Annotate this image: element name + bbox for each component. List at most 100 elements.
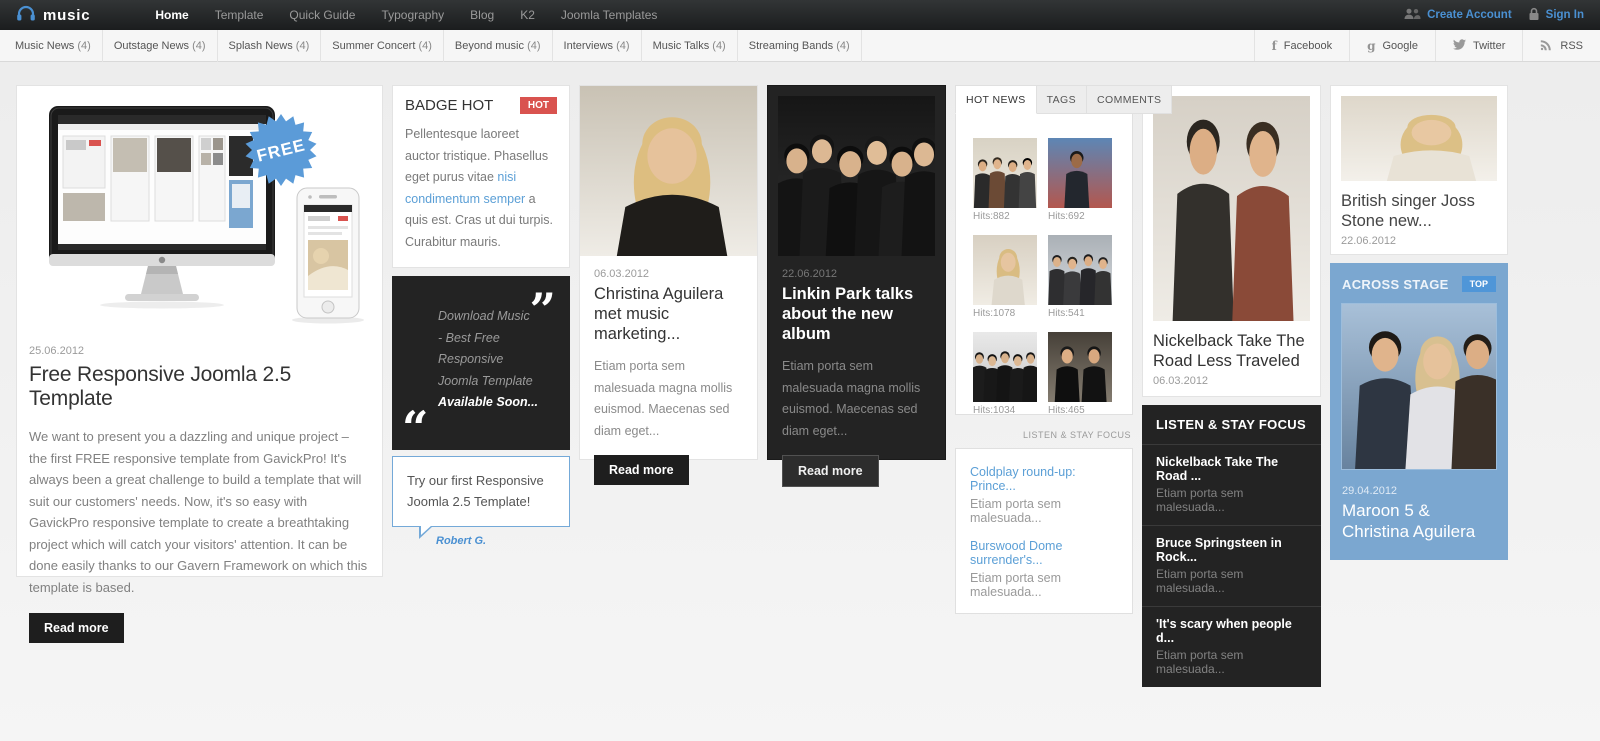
account-area: Create Account Sign In: [1404, 7, 1584, 24]
list-item: Nickelback Take The Road ... Etiam porta…: [1142, 444, 1321, 525]
hits-count: Hits:1078: [973, 308, 1016, 319]
hot-news-item: Hits:1034: [971, 332, 1039, 416]
hits-count: Hits:882: [973, 211, 1010, 222]
article-date: 22.06.2012: [782, 268, 838, 280]
article-image-maroon5[interactable]: [1342, 304, 1496, 469]
facebook-icon: f: [1271, 38, 1277, 53]
main-content: FREE 25.06.2012 Free Responsive Joomla 2…: [16, 85, 1584, 687]
article-title[interactable]: Maroon 5 & Christina Aguilera: [1342, 500, 1496, 542]
article-link[interactable]: Bruce Springsteen in Rock...: [1156, 536, 1307, 564]
quote-highlight: Available Soon...: [438, 395, 539, 409]
site-logo[interactable]: music: [16, 5, 90, 26]
article-title[interactable]: Nickelback Take The Road Less Traveled: [1153, 331, 1310, 371]
hits-count: Hits:1034: [973, 405, 1016, 416]
menu-item-template[interactable]: Template: [202, 0, 277, 30]
feature-article-image: FREE: [29, 98, 372, 333]
top-badge[interactable]: TOP: [1461, 276, 1496, 292]
article-link[interactable]: Nickelback Take The Road ...: [1156, 455, 1307, 483]
list-item: Bruce Springsteen in Rock... Etiam porta…: [1142, 525, 1321, 606]
hot-news-item: Hits:692: [1048, 138, 1112, 222]
subnav-item-streaming-bands[interactable]: Streaming Bands (4): [738, 29, 862, 62]
subnav-item-summer-concert[interactable]: Summer Concert (4): [321, 29, 444, 62]
article-link[interactable]: 'It's scary when people d...: [1156, 617, 1307, 645]
menu-item-home[interactable]: Home: [142, 0, 201, 30]
list-item: 'It's scary when people d... Etiam porta…: [1142, 606, 1321, 687]
testimonial-box: Try our first Responsive Joomla 2.5 Temp…: [392, 455, 570, 547]
hot-news-thumbnail[interactable]: [1048, 138, 1112, 208]
article-excerpt: Etiam porta sem malesuada...: [970, 497, 1062, 525]
hot-news-thumbnail[interactable]: [973, 235, 1037, 305]
article-card-linkin-park: 22.06.2012 Linkin Park talks about the n…: [767, 85, 946, 487]
subnav-item-interviews[interactable]: Interviews (4): [553, 29, 642, 62]
article-title[interactable]: Linkin Park talks about the new album: [782, 284, 931, 344]
article-card-nickelback: Nickelback Take The Road Less Traveled 0…: [1142, 85, 1321, 397]
article-link[interactable]: Coldplay round-up: Prince...: [970, 465, 1118, 493]
sign-in-link[interactable]: Sign In: [1528, 7, 1584, 24]
rss-link[interactable]: RSS: [1522, 30, 1600, 61]
menu-item-k2[interactable]: K2: [507, 0, 548, 30]
menu-item-typography[interactable]: Typography: [368, 0, 457, 30]
menu-item-blog[interactable]: Blog: [457, 0, 507, 30]
subnav-item-music-talks[interactable]: Music Talks (4): [642, 29, 738, 62]
article-date: 06.03.2012: [1153, 375, 1209, 387]
feature-article-title[interactable]: Free Responsive Joomla 2.5 Template: [29, 363, 370, 411]
article-excerpt: Etiam porta sem malesuada...: [1156, 486, 1244, 514]
hits-count: Hits:692: [1048, 211, 1085, 222]
subnav-item-music-news[interactable]: Music News (4): [4, 29, 103, 62]
article-link[interactable]: Burswood Dome surrender's...: [970, 539, 1118, 567]
hot-news-item: Hits:465: [1048, 332, 1112, 416]
menu-item-quick-guide[interactable]: Quick Guide: [276, 0, 368, 30]
hot-news-thumbnail[interactable]: [1048, 235, 1112, 305]
across-stage-panel: ACROSS STAGE TOP 29.04.2012 Maroon 5 & C…: [1330, 263, 1508, 560]
article-date: 06.03.2012: [594, 268, 650, 280]
users-icon: [1404, 8, 1421, 23]
panel-title: ACROSS STAGE: [1342, 276, 1449, 292]
feature-read-more-button[interactable]: Read more: [29, 613, 124, 643]
article-excerpt: Etiam porta sem malesuada magna mollis e…: [782, 359, 921, 438]
article-title[interactable]: Christina Aguilera met music marketing..…: [594, 284, 743, 344]
rss-icon: [1540, 38, 1553, 54]
tab-hot-news[interactable]: HOT NEWS: [955, 85, 1037, 114]
subnav-item-outstage-news[interactable]: Outstage News (4): [103, 29, 218, 62]
article-excerpt: Etiam porta sem malesuada...: [1156, 567, 1244, 595]
hot-news-thumbnail[interactable]: [973, 138, 1037, 208]
article-image-nickelback[interactable]: [1153, 96, 1310, 321]
article-excerpt: Etiam porta sem malesuada...: [970, 571, 1062, 599]
article-date: 29.04.2012: [1342, 485, 1398, 497]
twitter-link[interactable]: Twitter: [1434, 30, 1522, 61]
headphones-icon: [16, 5, 36, 26]
read-more-button[interactable]: Read more: [782, 455, 879, 487]
menu-item-joomla-templates[interactable]: Joomla Templates: [548, 0, 671, 30]
hot-news-thumbnail[interactable]: [971, 332, 1039, 402]
hot-news-item: Hits:541: [1048, 235, 1112, 319]
article-image-christina[interactable]: [580, 86, 757, 256]
hot-badge: HOT: [519, 97, 557, 114]
dark-quote-box: ” “ Download Music - Best Free Responsiv…: [392, 276, 570, 455]
tab-comments[interactable]: COMMENTS: [1087, 85, 1173, 114]
feature-article-date: 25.06.2012: [29, 345, 85, 357]
listen-stay-focus-label: LISTEN & STAY FOCUS: [1022, 430, 1131, 440]
top-navbar: music Home Template Quick Guide Typograp…: [0, 0, 1600, 30]
open-quote-icon: “: [402, 401, 429, 455]
article-title[interactable]: British singer Joss Stone new...: [1341, 191, 1497, 231]
tab-tags[interactable]: TAGS: [1036, 85, 1088, 114]
hot-news-thumbnail[interactable]: [1048, 332, 1112, 402]
listen-links-panel: Coldplay round-up: Prince... Etiam porta…: [955, 448, 1133, 614]
badge-hot-text: Pellentesque laoreet auctor tristique. P…: [405, 127, 553, 249]
subnav-item-beyond-music[interactable]: Beyond music (4): [444, 29, 553, 62]
hits-count: Hits:541: [1048, 308, 1085, 319]
lock-icon: [1528, 7, 1540, 24]
read-more-button[interactable]: Read more: [594, 455, 689, 485]
subnav-item-splash-news[interactable]: Splash News (4): [218, 29, 322, 62]
facebook-link[interactable]: f Facebook: [1253, 30, 1349, 61]
hot-news-item: Hits:1078: [973, 235, 1037, 319]
google-link[interactable]: g Google: [1349, 30, 1435, 61]
article-image-linkin-park[interactable]: [778, 96, 935, 256]
article-excerpt: Etiam porta sem malesuada magna mollis e…: [594, 359, 733, 438]
article-excerpt: Etiam porta sem malesuada...: [1156, 648, 1244, 676]
article-card-joss-stone: British singer Joss Stone new... 22.06.2…: [1330, 85, 1508, 255]
create-account-link[interactable]: Create Account: [1404, 8, 1512, 23]
article-image-joss-stone[interactable]: [1341, 96, 1497, 181]
testimonial-author: Robert G.: [436, 534, 487, 547]
badge-hot-title: BADGE HOT: [405, 97, 494, 114]
